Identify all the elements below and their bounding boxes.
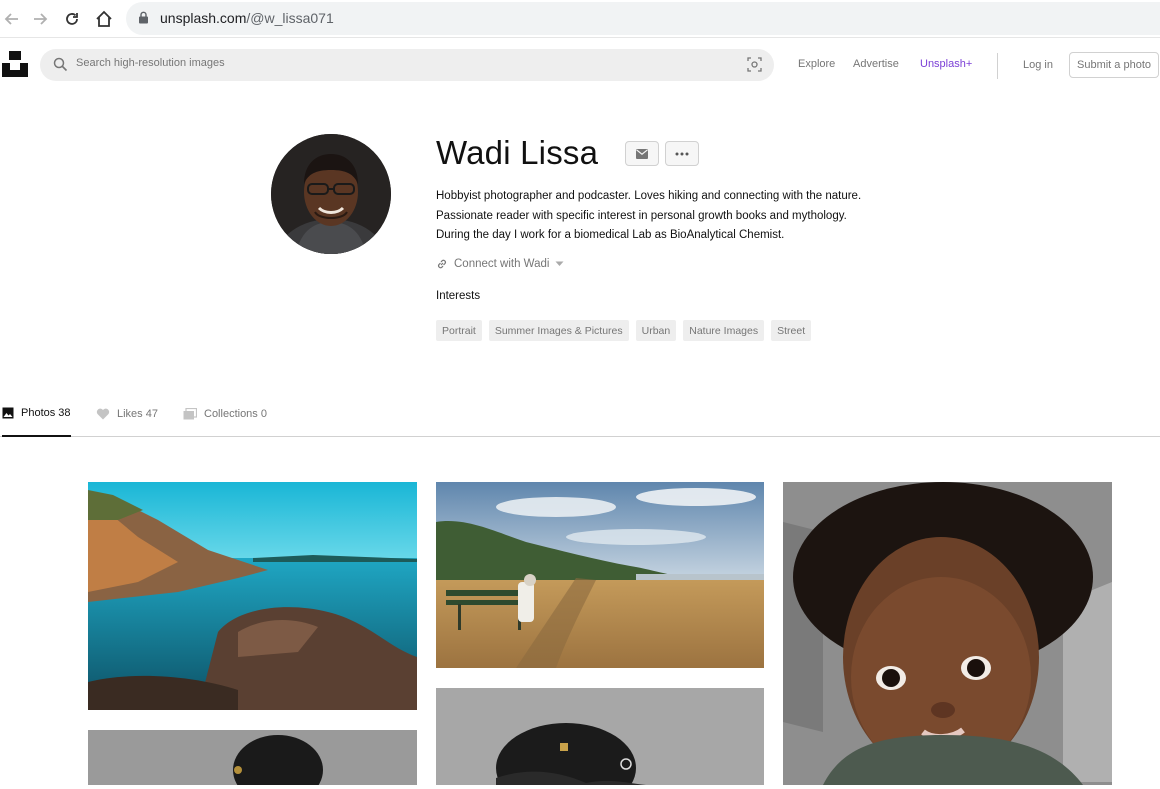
tab-label: Photos 38 <box>21 407 71 419</box>
reload-icon[interactable] <box>60 7 84 31</box>
photo-card-braids-1[interactable] <box>88 730 417 785</box>
visual-search-icon[interactable] <box>747 57 762 77</box>
bio-line: Hobbyist photographer and podcaster. Lov… <box>436 190 862 202</box>
more-options-button[interactable] <box>665 141 699 166</box>
photo-card-braids-2[interactable] <box>436 688 764 785</box>
url-path: /@w_lissa071 <box>246 10 334 26</box>
interests-title: Interests <box>436 290 481 302</box>
nav-divider <box>997 53 998 79</box>
url-text: unsplash.com/@w_lissa071 <box>160 10 334 26</box>
submit-photo-button[interactable]: Submit a photo <box>1069 52 1159 78</box>
interest-tag-street[interactable]: Street <box>771 320 812 341</box>
lock-icon <box>138 11 149 29</box>
tab-label: Collections 0 <box>204 408 267 420</box>
interest-tags: Portrait Summer Images & Pictures Urban … <box>436 320 812 341</box>
more-icon <box>675 152 689 155</box>
photo-card-meadow[interactable] <box>436 482 764 668</box>
heart-icon <box>96 408 110 420</box>
interest-tag-summer[interactable]: Summer Images & Pictures <box>488 320 629 341</box>
message-button[interactable] <box>625 141 659 166</box>
browser-toolbar: unsplash.com/@w_lissa071 <box>0 0 1160 38</box>
tab-photos[interactable]: Photos 38 <box>2 395 71 437</box>
nav-unsplash-plus[interactable]: Unsplash+ <box>920 58 972 70</box>
image-icon <box>2 407 14 419</box>
site-header: Search high-resolution images Explore Ad… <box>0 39 1160 91</box>
interest-tag-portrait[interactable]: Portrait <box>436 320 482 341</box>
connect-label: Connect with Wadi <box>454 258 550 270</box>
collections-icon <box>183 408 197 420</box>
search-input[interactable]: Search high-resolution images <box>76 57 225 69</box>
link-icon <box>438 259 446 269</box>
avatar <box>271 134 391 254</box>
unsplash-logo-icon[interactable] <box>2 51 28 77</box>
profile-tabs: Photos 38 Likes 47 Collections 0 <box>0 395 1160 437</box>
search-bar[interactable]: Search high-resolution images <box>40 49 774 81</box>
profile-bio: Hobbyist photographer and podcaster. Lov… <box>436 187 916 246</box>
tab-label: Likes 47 <box>117 408 158 420</box>
interest-tag-urban[interactable]: Urban <box>635 320 677 341</box>
nav-explore[interactable]: Explore <box>798 58 835 70</box>
home-icon[interactable] <box>92 7 116 31</box>
bio-line: During the day I work for a biomedical L… <box>436 229 785 241</box>
forward-icon[interactable] <box>28 7 52 31</box>
login-link[interactable]: Log in <box>1023 59 1053 71</box>
nav-advertise[interactable]: Advertise <box>853 58 899 70</box>
back-icon[interactable] <box>0 7 24 31</box>
interest-tag-nature[interactable]: Nature Images <box>683 320 765 341</box>
url-domain: unsplash.com <box>160 10 247 26</box>
photo-card-coast[interactable] <box>88 482 417 710</box>
connect-dropdown[interactable]: Connect with Wadi <box>436 258 564 270</box>
search-icon[interactable] <box>53 57 68 77</box>
bio-line: Passionate reader with specific interest… <box>436 209 847 222</box>
tab-likes[interactable]: Likes 47 <box>96 395 158 437</box>
address-bar[interactable]: unsplash.com/@w_lissa071 <box>126 2 1160 35</box>
tab-collections[interactable]: Collections 0 <box>183 395 267 437</box>
photo-card-child[interactable] <box>783 482 1112 785</box>
profile-name: Wadi Lissa <box>436 134 599 171</box>
chevron-down-icon <box>555 261 564 266</box>
mail-icon <box>636 148 648 159</box>
